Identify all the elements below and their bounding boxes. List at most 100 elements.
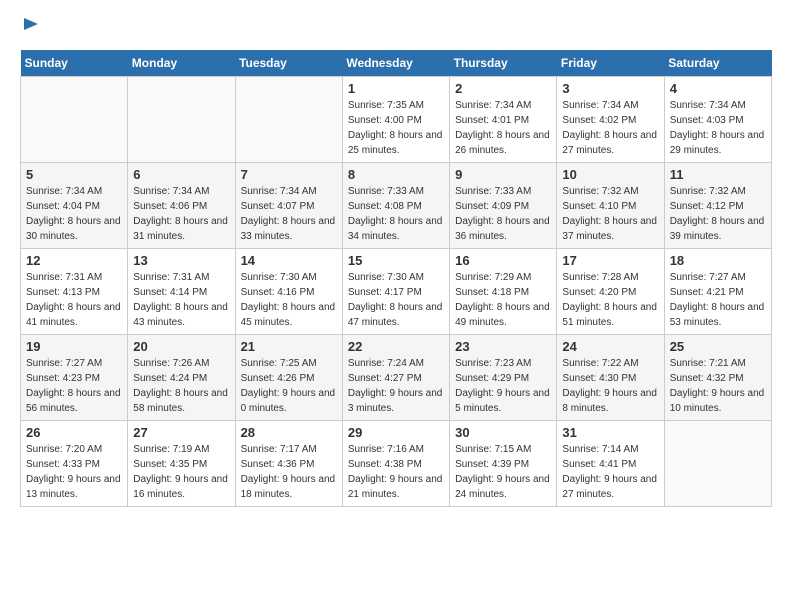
calendar-cell: 19 Sunrise: 7:27 AMSunset: 4:23 PMDaylig…: [21, 335, 128, 421]
header-day-thursday: Thursday: [450, 50, 557, 77]
calendar-cell: [128, 77, 235, 163]
day-number: 12: [26, 253, 122, 268]
calendar-cell: 30 Sunrise: 7:15 AMSunset: 4:39 PMDaylig…: [450, 421, 557, 507]
day-number: 16: [455, 253, 551, 268]
day-number: 8: [348, 167, 444, 182]
week-row-1: 5 Sunrise: 7:34 AMSunset: 4:04 PMDayligh…: [21, 163, 772, 249]
day-detail: Sunrise: 7:17 AMSunset: 4:36 PMDaylight:…: [241, 444, 336, 500]
day-detail: Sunrise: 7:34 AMSunset: 4:04 PMDaylight:…: [26, 186, 121, 242]
week-row-3: 19 Sunrise: 7:27 AMSunset: 4:23 PMDaylig…: [21, 335, 772, 421]
header-day-sunday: Sunday: [21, 50, 128, 77]
day-detail: Sunrise: 7:22 AMSunset: 4:30 PMDaylight:…: [562, 358, 657, 414]
day-number: 25: [670, 339, 766, 354]
day-detail: Sunrise: 7:20 AMSunset: 4:33 PMDaylight:…: [26, 444, 121, 500]
day-detail: Sunrise: 7:30 AMSunset: 4:17 PMDaylight:…: [348, 272, 443, 328]
day-number: 1: [348, 81, 444, 96]
day-number: 24: [562, 339, 658, 354]
day-detail: Sunrise: 7:23 AMSunset: 4:29 PMDaylight:…: [455, 358, 550, 414]
header-day-friday: Friday: [557, 50, 664, 77]
calendar-cell: 3 Sunrise: 7:34 AMSunset: 4:02 PMDayligh…: [557, 77, 664, 163]
calendar-cell: 23 Sunrise: 7:23 AMSunset: 4:29 PMDaylig…: [450, 335, 557, 421]
day-number: 17: [562, 253, 658, 268]
day-number: 19: [26, 339, 122, 354]
day-detail: Sunrise: 7:15 AMSunset: 4:39 PMDaylight:…: [455, 444, 550, 500]
week-row-2: 12 Sunrise: 7:31 AMSunset: 4:13 PMDaylig…: [21, 249, 772, 335]
header-day-wednesday: Wednesday: [342, 50, 449, 77]
calendar-cell: 5 Sunrise: 7:34 AMSunset: 4:04 PMDayligh…: [21, 163, 128, 249]
calendar-cell: 24 Sunrise: 7:22 AMSunset: 4:30 PMDaylig…: [557, 335, 664, 421]
calendar-cell: 21 Sunrise: 7:25 AMSunset: 4:26 PMDaylig…: [235, 335, 342, 421]
calendar-cell: 29 Sunrise: 7:16 AMSunset: 4:38 PMDaylig…: [342, 421, 449, 507]
calendar-cell: 20 Sunrise: 7:26 AMSunset: 4:24 PMDaylig…: [128, 335, 235, 421]
day-detail: Sunrise: 7:14 AMSunset: 4:41 PMDaylight:…: [562, 444, 657, 500]
calendar-cell: 7 Sunrise: 7:34 AMSunset: 4:07 PMDayligh…: [235, 163, 342, 249]
calendar-cell: 13 Sunrise: 7:31 AMSunset: 4:14 PMDaylig…: [128, 249, 235, 335]
day-number: 29: [348, 425, 444, 440]
day-number: 15: [348, 253, 444, 268]
day-number: 31: [562, 425, 658, 440]
day-number: 21: [241, 339, 337, 354]
calendar-cell: 12 Sunrise: 7:31 AMSunset: 4:13 PMDaylig…: [21, 249, 128, 335]
header-row: SundayMondayTuesdayWednesdayThursdayFrid…: [21, 50, 772, 77]
day-detail: Sunrise: 7:19 AMSunset: 4:35 PMDaylight:…: [133, 444, 228, 500]
calendar-cell: 10 Sunrise: 7:32 AMSunset: 4:10 PMDaylig…: [557, 163, 664, 249]
day-number: 7: [241, 167, 337, 182]
calendar-cell: 4 Sunrise: 7:34 AMSunset: 4:03 PMDayligh…: [664, 77, 771, 163]
calendar-cell: 26 Sunrise: 7:20 AMSunset: 4:33 PMDaylig…: [21, 421, 128, 507]
day-number: 5: [26, 167, 122, 182]
calendar-cell: 15 Sunrise: 7:30 AMSunset: 4:17 PMDaylig…: [342, 249, 449, 335]
day-detail: Sunrise: 7:34 AMSunset: 4:01 PMDaylight:…: [455, 100, 550, 156]
day-detail: Sunrise: 7:33 AMSunset: 4:09 PMDaylight:…: [455, 186, 550, 242]
day-detail: Sunrise: 7:30 AMSunset: 4:16 PMDaylight:…: [241, 272, 336, 328]
header: [20, 16, 772, 38]
day-detail: Sunrise: 7:27 AMSunset: 4:23 PMDaylight:…: [26, 358, 121, 414]
day-detail: Sunrise: 7:21 AMSunset: 4:32 PMDaylight:…: [670, 358, 765, 414]
calendar-cell: 28 Sunrise: 7:17 AMSunset: 4:36 PMDaylig…: [235, 421, 342, 507]
week-row-4: 26 Sunrise: 7:20 AMSunset: 4:33 PMDaylig…: [21, 421, 772, 507]
calendar-cell: 18 Sunrise: 7:27 AMSunset: 4:21 PMDaylig…: [664, 249, 771, 335]
header-day-tuesday: Tuesday: [235, 50, 342, 77]
header-day-monday: Monday: [128, 50, 235, 77]
week-row-0: 1 Sunrise: 7:35 AMSunset: 4:00 PMDayligh…: [21, 77, 772, 163]
day-number: 13: [133, 253, 229, 268]
calendar-cell: [664, 421, 771, 507]
day-detail: Sunrise: 7:34 AMSunset: 4:02 PMDaylight:…: [562, 100, 657, 156]
day-number: 18: [670, 253, 766, 268]
calendar-cell: 31 Sunrise: 7:14 AMSunset: 4:41 PMDaylig…: [557, 421, 664, 507]
day-number: 9: [455, 167, 551, 182]
day-number: 3: [562, 81, 658, 96]
day-number: 23: [455, 339, 551, 354]
day-number: 10: [562, 167, 658, 182]
day-number: 22: [348, 339, 444, 354]
logo: [20, 16, 40, 38]
header-day-saturday: Saturday: [664, 50, 771, 77]
day-detail: Sunrise: 7:26 AMSunset: 4:24 PMDaylight:…: [133, 358, 228, 414]
day-detail: Sunrise: 7:27 AMSunset: 4:21 PMDaylight:…: [670, 272, 765, 328]
calendar-cell: 2 Sunrise: 7:34 AMSunset: 4:01 PMDayligh…: [450, 77, 557, 163]
calendar-cell: 6 Sunrise: 7:34 AMSunset: 4:06 PMDayligh…: [128, 163, 235, 249]
day-detail: Sunrise: 7:16 AMSunset: 4:38 PMDaylight:…: [348, 444, 443, 500]
calendar-cell: 27 Sunrise: 7:19 AMSunset: 4:35 PMDaylig…: [128, 421, 235, 507]
calendar-cell: 1 Sunrise: 7:35 AMSunset: 4:00 PMDayligh…: [342, 77, 449, 163]
day-detail: Sunrise: 7:28 AMSunset: 4:20 PMDaylight:…: [562, 272, 657, 328]
day-number: 6: [133, 167, 229, 182]
day-number: 2: [455, 81, 551, 96]
day-number: 4: [670, 81, 766, 96]
calendar-cell: 11 Sunrise: 7:32 AMSunset: 4:12 PMDaylig…: [664, 163, 771, 249]
day-detail: Sunrise: 7:29 AMSunset: 4:18 PMDaylight:…: [455, 272, 550, 328]
calendar-cell: 25 Sunrise: 7:21 AMSunset: 4:32 PMDaylig…: [664, 335, 771, 421]
day-number: 26: [26, 425, 122, 440]
day-number: 27: [133, 425, 229, 440]
day-number: 11: [670, 167, 766, 182]
day-detail: Sunrise: 7:34 AMSunset: 4:03 PMDaylight:…: [670, 100, 765, 156]
calendar-cell: [235, 77, 342, 163]
calendar-cell: 22 Sunrise: 7:24 AMSunset: 4:27 PMDaylig…: [342, 335, 449, 421]
day-detail: Sunrise: 7:34 AMSunset: 4:07 PMDaylight:…: [241, 186, 336, 242]
day-detail: Sunrise: 7:32 AMSunset: 4:10 PMDaylight:…: [562, 186, 657, 242]
calendar-cell: 9 Sunrise: 7:33 AMSunset: 4:09 PMDayligh…: [450, 163, 557, 249]
day-number: 14: [241, 253, 337, 268]
logo-flag-icon: [22, 16, 40, 34]
calendar-cell: 16 Sunrise: 7:29 AMSunset: 4:18 PMDaylig…: [450, 249, 557, 335]
page-container: SundayMondayTuesdayWednesdayThursdayFrid…: [0, 0, 792, 523]
day-detail: Sunrise: 7:31 AMSunset: 4:13 PMDaylight:…: [26, 272, 121, 328]
